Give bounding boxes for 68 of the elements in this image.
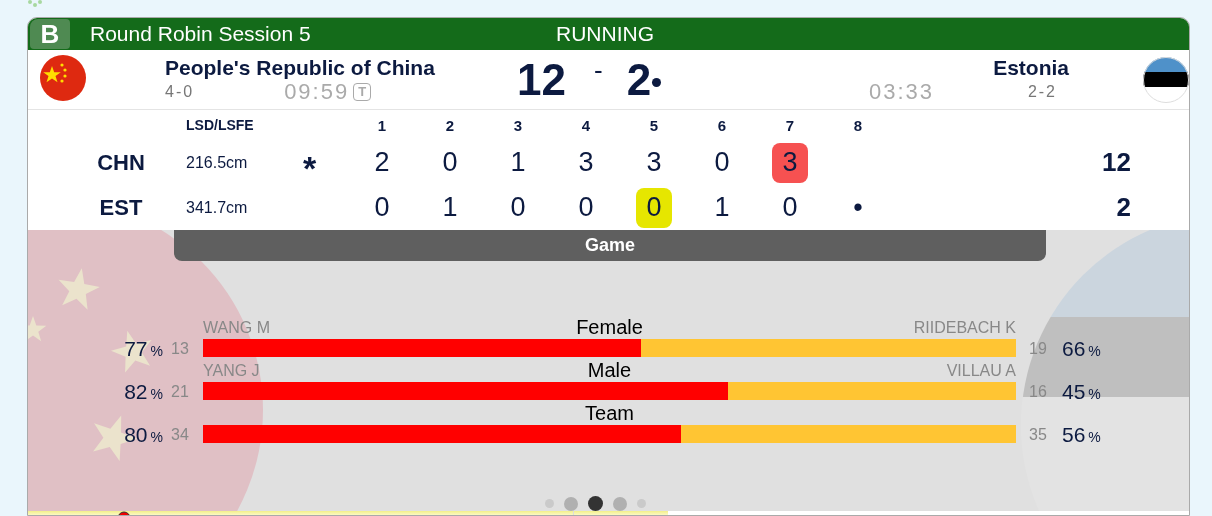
column-header: 1 (376, 116, 388, 134)
column-header: 5 (648, 116, 660, 134)
player-name: RIIDEBACH K (912, 319, 1016, 337)
table-cell-text: 1 (509, 146, 527, 179)
column-header: 2 (444, 116, 456, 134)
category-label: Team (585, 403, 634, 423)
player-name: VILLAU A (945, 362, 1016, 380)
column-header: 7 (784, 116, 796, 134)
flag-icon (40, 54, 86, 101)
shot-count: 34 (170, 424, 190, 445)
game-status: RUNNING (556, 22, 654, 46)
thinking-clock: 09:59 (284, 78, 350, 105)
game-tab[interactable]: Game (174, 230, 1046, 261)
table-cell-text: 3 (645, 146, 663, 179)
team-record: 2-2 (1027, 82, 1057, 101)
table-cell-text: 3 (577, 146, 595, 179)
percentage: 82% (123, 380, 163, 403)
column-header: 4 (580, 116, 592, 134)
team-code: CHN (96, 149, 146, 176)
table-cell-text: 0 (441, 146, 459, 179)
table-cell-text: 216.5cm (186, 153, 249, 172)
category-label: Female (576, 317, 643, 337)
page-dot[interactable] (564, 496, 578, 511)
percentage: 45% (1061, 380, 1102, 403)
table-cell-text: 0 (509, 191, 527, 224)
table-cell-text: 0 (781, 191, 799, 224)
page-dot[interactable] (588, 496, 603, 511)
shot-count: 19 (1028, 338, 1048, 359)
team-score: 2 (626, 54, 652, 105)
percentage: 66% (1061, 337, 1102, 360)
table-cell-text: 1 (441, 191, 459, 224)
table-cell-text: 2 (373, 146, 391, 179)
percentage: 56% (1061, 423, 1102, 446)
table-cell-text: 341.7cm (186, 198, 249, 217)
table-cell: 0 (636, 187, 672, 228)
score-separator: - (593, 53, 603, 87)
shot-count: 13 (170, 338, 190, 359)
column-header: 6 (716, 116, 728, 134)
shot-count: 35 (1028, 424, 1048, 445)
session-title: Round Robin Session 5 (90, 22, 311, 46)
timeout-badge: T (353, 82, 372, 101)
shot-count: 21 (170, 381, 190, 402)
column-header: 8 (852, 116, 864, 134)
group-badge: B (30, 19, 70, 49)
thinking-clock: 03:33 (869, 78, 935, 105)
percentage: 80% (123, 423, 163, 446)
table-cell-text: • (852, 191, 864, 224)
player-name: YANG J (203, 362, 261, 380)
table-cell-text: 0 (373, 191, 391, 224)
player-name: WANG M (203, 319, 271, 337)
table-cell-text: 0 (577, 191, 595, 224)
total-score: 2 (1115, 192, 1131, 223)
table-cell-text: 1 (713, 191, 731, 224)
column-header: 3 (512, 116, 524, 134)
column-header: LSD/LSFE (186, 117, 255, 133)
team-record: 4-0 (165, 82, 195, 101)
table-cell: 3 (772, 142, 808, 183)
page-dot[interactable] (613, 496, 627, 511)
table-cell-text: * (301, 148, 318, 188)
flag-icon (1143, 56, 1189, 103)
team-name: People's Republic of China (165, 55, 436, 80)
percentage: 77% (123, 337, 163, 360)
total-score: 12 (1101, 147, 1131, 178)
team-score: 12 (517, 54, 566, 105)
team-code: EST (98, 194, 144, 221)
team-name: Estonia (992, 55, 1069, 80)
category-label: Male (587, 360, 632, 380)
table-cell-text: 0 (713, 146, 731, 179)
